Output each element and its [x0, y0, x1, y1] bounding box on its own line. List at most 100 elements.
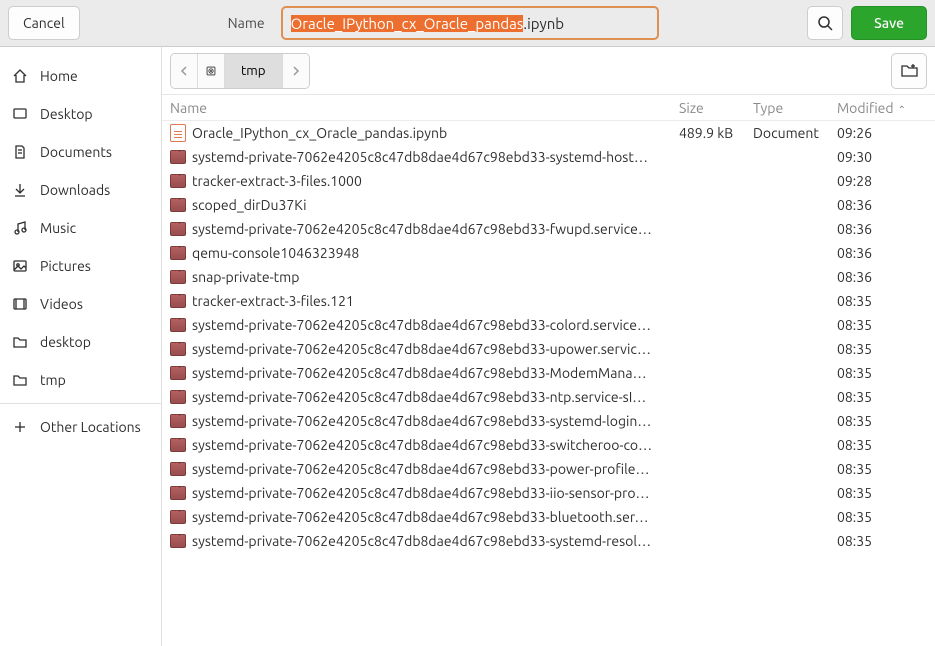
folder-icon: [170, 198, 186, 212]
plus-icon: [12, 419, 28, 435]
file-row[interactable]: Oracle_IPython_cx_Oracle_pandas.ipynb489…: [162, 121, 935, 145]
file-row[interactable]: qemu-console104632394808:36: [162, 241, 935, 265]
folder-icon: [12, 334, 28, 350]
document-icon: [170, 124, 186, 142]
videos-icon: [12, 296, 28, 312]
file-name: systemd-private-7062e4205c8c47db8dae4d67…: [192, 341, 651, 357]
folder-icon: [170, 414, 186, 428]
sidebar-item-documents[interactable]: Documents: [0, 133, 161, 171]
file-modified: 08:35: [837, 509, 927, 525]
file-row[interactable]: systemd-private-7062e4205c8c47db8dae4d67…: [162, 409, 935, 433]
filename-input[interactable]: Oracle_IPython_cx_Oracle_pandas.ipynb: [281, 6, 659, 40]
file-row[interactable]: snap-private-tmp08:36: [162, 265, 935, 289]
file-name: systemd-private-7062e4205c8c47db8dae4d67…: [192, 149, 648, 165]
sidebar-item-music[interactable]: Music: [0, 209, 161, 247]
file-row[interactable]: systemd-private-7062e4205c8c47db8dae4d67…: [162, 337, 935, 361]
folder-icon: [170, 438, 186, 452]
file-modified: 08:35: [837, 533, 927, 549]
downloads-icon: [12, 182, 28, 198]
header-size[interactable]: Size: [679, 100, 753, 116]
sort-asc-icon: ⌃: [898, 104, 906, 116]
path-root-button[interactable]: [197, 54, 224, 88]
folder-icon: [170, 222, 186, 236]
cancel-button[interactable]: Cancel: [8, 6, 80, 40]
pictures-icon: [12, 258, 28, 274]
folder-icon: [170, 366, 186, 380]
file-row[interactable]: systemd-private-7062e4205c8c47db8dae4d67…: [162, 457, 935, 481]
file-name: systemd-private-7062e4205c8c47db8dae4d67…: [192, 461, 649, 477]
sidebar-item-other-locations[interactable]: Other Locations: [0, 408, 161, 446]
filename-selection: Oracle_IPython_cx_Oracle_pandas: [291, 15, 524, 32]
file-row[interactable]: systemd-private-7062e4205c8c47db8dae4d67…: [162, 529, 935, 553]
sidebar-label: Other Locations: [40, 419, 141, 435]
sidebar-divider: [0, 403, 161, 404]
file-row[interactable]: systemd-private-7062e4205c8c47db8dae4d67…: [162, 217, 935, 241]
file-row[interactable]: systemd-private-7062e4205c8c47db8dae4d67…: [162, 361, 935, 385]
sidebar-item-downloads[interactable]: Downloads: [0, 171, 161, 209]
path-back-button[interactable]: [171, 54, 197, 88]
sidebar-label: Downloads: [40, 182, 110, 198]
folder-icon: [170, 174, 186, 188]
path-breadcrumb: tmp: [170, 53, 310, 89]
folder-icon: [170, 318, 186, 332]
file-modified: 08:35: [837, 413, 927, 429]
sidebar-item-desktop2[interactable]: desktop: [0, 323, 161, 361]
file-name: systemd-private-7062e4205c8c47db8dae4d67…: [192, 365, 647, 381]
file-list[interactable]: Oracle_IPython_cx_Oracle_pandas.ipynb489…: [162, 121, 935, 646]
search-button[interactable]: [807, 6, 843, 40]
file-modified: 09:26: [837, 125, 927, 141]
folder-icon: [170, 270, 186, 284]
file-modified: 08:35: [837, 341, 927, 357]
desktop-icon: [12, 106, 28, 122]
file-name: systemd-private-7062e4205c8c47db8dae4d67…: [192, 389, 646, 405]
name-label: Name: [228, 15, 265, 31]
header-type[interactable]: Type: [753, 100, 837, 116]
save-button[interactable]: Save: [851, 6, 927, 40]
column-headers: Name Size Type Modified⌃: [162, 95, 935, 121]
file-row[interactable]: scoped_dirDu37Ki08:36: [162, 193, 935, 217]
sidebar-label: Home: [40, 68, 78, 84]
file-type: Document: [753, 125, 837, 141]
file-modified: 08:36: [837, 221, 927, 237]
file-row[interactable]: systemd-private-7062e4205c8c47db8dae4d67…: [162, 433, 935, 457]
folder-icon: [170, 246, 186, 260]
file-modified: 08:35: [837, 437, 927, 453]
disk-icon: [206, 66, 216, 76]
sidebar-label: Music: [40, 220, 76, 236]
folder-icon: [170, 390, 186, 404]
file-row[interactable]: tracker-extract-3-files.12108:35: [162, 289, 935, 313]
file-name: systemd-private-7062e4205c8c47db8dae4d67…: [192, 437, 652, 453]
file-row[interactable]: systemd-private-7062e4205c8c47db8dae4d67…: [162, 505, 935, 529]
folder-icon: [170, 510, 186, 524]
folder-icon: [170, 534, 186, 548]
filename-ext: .ipynb: [523, 15, 564, 32]
folder-icon: [170, 462, 186, 476]
file-name: systemd-private-7062e4205c8c47db8dae4d67…: [192, 485, 649, 501]
sidebar-label: Videos: [40, 296, 83, 312]
new-folder-icon: [901, 63, 918, 78]
sidebar-item-desktop[interactable]: Desktop: [0, 95, 161, 133]
file-name: tracker-extract-3-files.1000: [192, 173, 362, 189]
sidebar-item-home[interactable]: Home: [0, 57, 161, 95]
header-name[interactable]: Name: [162, 100, 679, 116]
folder-icon: [170, 150, 186, 164]
file-row[interactable]: systemd-private-7062e4205c8c47db8dae4d67…: [162, 385, 935, 409]
file-row[interactable]: tracker-extract-3-files.1000 09:28: [162, 169, 935, 193]
file-name: tracker-extract-3-files.121: [192, 293, 354, 309]
file-modified: 09:30: [837, 149, 927, 165]
sidebar-item-videos[interactable]: Videos: [0, 285, 161, 323]
file-row[interactable]: systemd-private-7062e4205c8c47db8dae4d67…: [162, 481, 935, 505]
new-folder-button[interactable]: [891, 53, 927, 89]
sidebar-item-tmp[interactable]: tmp: [0, 361, 161, 399]
home-icon: [12, 68, 28, 84]
header-modified[interactable]: Modified⌃: [837, 100, 927, 116]
file-row[interactable]: systemd-private-7062e4205c8c47db8dae4d67…: [162, 145, 935, 169]
path-forward-button[interactable]: [282, 54, 309, 88]
sidebar-item-pictures[interactable]: Pictures: [0, 247, 161, 285]
file-row[interactable]: systemd-private-7062e4205c8c47db8dae4d67…: [162, 313, 935, 337]
dialog-header: Cancel Name Oracle_IPython_cx_Oracle_pan…: [0, 0, 935, 47]
file-modified: 08:35: [837, 365, 927, 381]
path-segment-tmp[interactable]: tmp: [224, 54, 282, 88]
file-modified: 09:28: [837, 173, 927, 189]
file-name: systemd-private-7062e4205c8c47db8dae4d67…: [192, 413, 651, 429]
